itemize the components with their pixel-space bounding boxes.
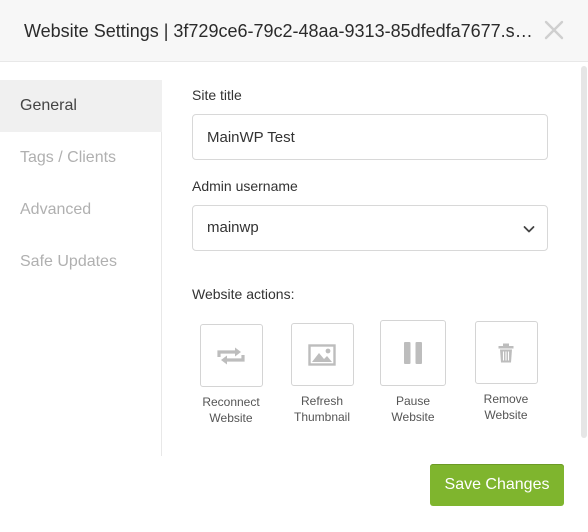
refresh-thumbnail-box: [290, 323, 354, 386]
remove-website-label: Remove Website: [483, 392, 529, 422]
admin-username-select[interactable]: mainwp: [192, 205, 548, 251]
sidebar-item-general[interactable]: General: [0, 80, 162, 132]
trash-icon: [498, 343, 514, 362]
modal-title: Website Settings | 3f729ce6-79c2-48aa-93…: [24, 21, 534, 41]
site-title-label: Site title: [192, 87, 242, 103]
pause-icon: [404, 342, 422, 364]
admin-username-label: Admin username: [192, 178, 298, 194]
pause-website-box: [380, 320, 446, 386]
admin-username-value: mainwp: [207, 219, 259, 236]
modal-header: Website Settings | 3f729ce6-79c2-48aa-93…: [0, 0, 588, 62]
pause-website-button[interactable]: Pause Website: [380, 320, 446, 425]
close-icon[interactable]: [542, 18, 566, 42]
save-changes-button[interactable]: Save Changes: [430, 464, 564, 506]
image-icon: [308, 343, 336, 366]
sidebar-item-tags-clients[interactable]: Tags / Clients: [0, 132, 161, 184]
pause-website-label: Pause Website: [391, 394, 435, 424]
reconnect-website-box: [199, 324, 263, 387]
settings-sidebar: General Tags / Clients Advanced Safe Upd…: [0, 80, 162, 456]
chevron-down-icon: [523, 226, 535, 233]
reconnect-icon: [217, 347, 245, 364]
reconnect-website-label: Reconnect Website: [202, 395, 260, 425]
scrollbar-thumb[interactable]: [581, 66, 587, 438]
website-actions-label: Website actions:: [192, 286, 295, 302]
refresh-thumbnail-button[interactable]: Refresh Thumbnail: [290, 323, 354, 425]
refresh-thumbnail-label: Refresh Thumbnail: [293, 394, 351, 424]
sidebar-item-safe-updates[interactable]: Safe Updates: [0, 236, 161, 288]
scrollbar[interactable]: [581, 64, 587, 438]
site-title-input[interactable]: [192, 114, 548, 160]
sidebar-item-advanced[interactable]: Advanced: [0, 184, 161, 236]
reconnect-website-button[interactable]: Reconnect Website: [199, 324, 263, 426]
remove-website-button[interactable]: Remove Website: [474, 321, 538, 423]
remove-website-box: [474, 321, 538, 384]
